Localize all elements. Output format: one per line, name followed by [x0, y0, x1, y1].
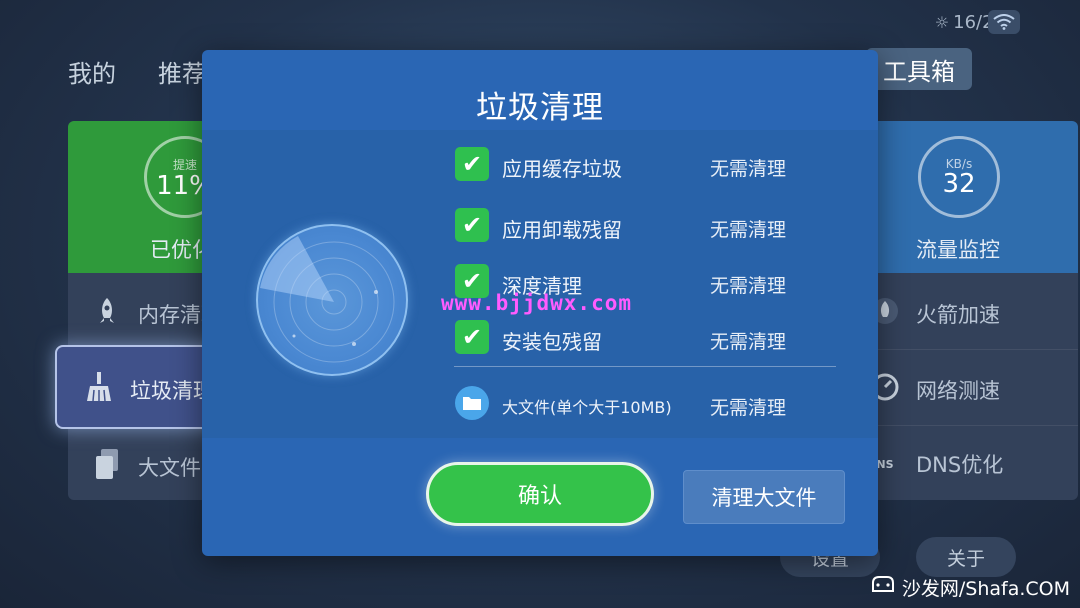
sidebar-item-dns-optimize[interactable]: NS DNS优化 — [870, 449, 1003, 479]
about-button[interactable]: 关于 — [916, 537, 1016, 577]
item-label-uninstall-residue: 应用卸载残留 — [502, 218, 622, 242]
divider — [860, 349, 1078, 350]
dialog-title: 垃圾清理 — [476, 90, 604, 126]
sidebar-item-label: 火箭加速 — [916, 303, 1000, 327]
watermark-url: www.bjjdwx.com — [441, 291, 633, 315]
tab-mine[interactable]: 我的 — [68, 54, 116, 89]
sofa-logo-icon — [870, 575, 896, 600]
wifi-icon — [988, 10, 1020, 34]
item-status-deep-clean: 无需清理 — [710, 275, 787, 297]
confirm-button[interactable]: 确认 — [426, 462, 654, 526]
traffic-ring: KB/s 32 — [918, 136, 1000, 218]
sun-icon: ☼ — [934, 13, 950, 32]
radar-scan-icon — [256, 224, 408, 376]
speedup-unit: 提速 — [172, 157, 197, 172]
tab-recommend[interactable]: 推荐 — [158, 54, 206, 89]
item-status-uninstall-residue: 无需清理 — [710, 219, 787, 241]
broom-icon — [84, 372, 114, 408]
clean-large-files-button[interactable]: 清理大文件 — [683, 470, 845, 524]
sidebar-item-junk-clean[interactable]: 垃圾清理 — [84, 372, 214, 408]
divider — [860, 425, 1078, 426]
checkbox-cache-junk[interactable]: ✔ — [455, 147, 489, 181]
item-label-large-file: 大文件(单个大于10MB) — [502, 398, 672, 417]
sidebar-item-label: 网络测速 — [916, 379, 1000, 403]
sidebar-item-label: 大文件 — [138, 456, 201, 480]
item-status-package-residue: 无需清理 — [710, 331, 787, 353]
sidebar-item-label: DNS优化 — [916, 453, 1004, 477]
tab-toolbox[interactable]: 工具箱 — [866, 48, 972, 90]
documents-icon — [92, 448, 122, 486]
item-status-cache-junk: 无需清理 — [710, 158, 787, 180]
checkbox-package-residue[interactable]: ✔ — [455, 320, 489, 354]
sidebar-item-network-speed[interactable]: 网络测速 — [870, 373, 1000, 407]
list-divider — [454, 366, 836, 367]
checkbox-uninstall-residue[interactable]: ✔ — [455, 208, 489, 242]
item-label-cache-junk: 应用缓存垃圾 — [502, 157, 622, 181]
sidebar-item-large-files[interactable]: 大文件 — [92, 448, 201, 486]
sidebar-item-rocket-boost[interactable]: 火箭加速 — [870, 297, 1000, 331]
traffic-caption: 流量监控 — [916, 238, 1000, 262]
rocket-icon — [92, 297, 122, 331]
traffic-value: 32 — [942, 169, 976, 199]
watermark-brand: 沙发网/Shafa.COM — [870, 574, 1070, 601]
item-label-package-residue: 安装包残留 — [502, 330, 602, 354]
item-status-large-file: 无需清理 — [710, 397, 787, 419]
watermark-brand-text: 沙发网/Shafa.COM — [901, 578, 1070, 600]
folder-icon — [455, 386, 489, 420]
